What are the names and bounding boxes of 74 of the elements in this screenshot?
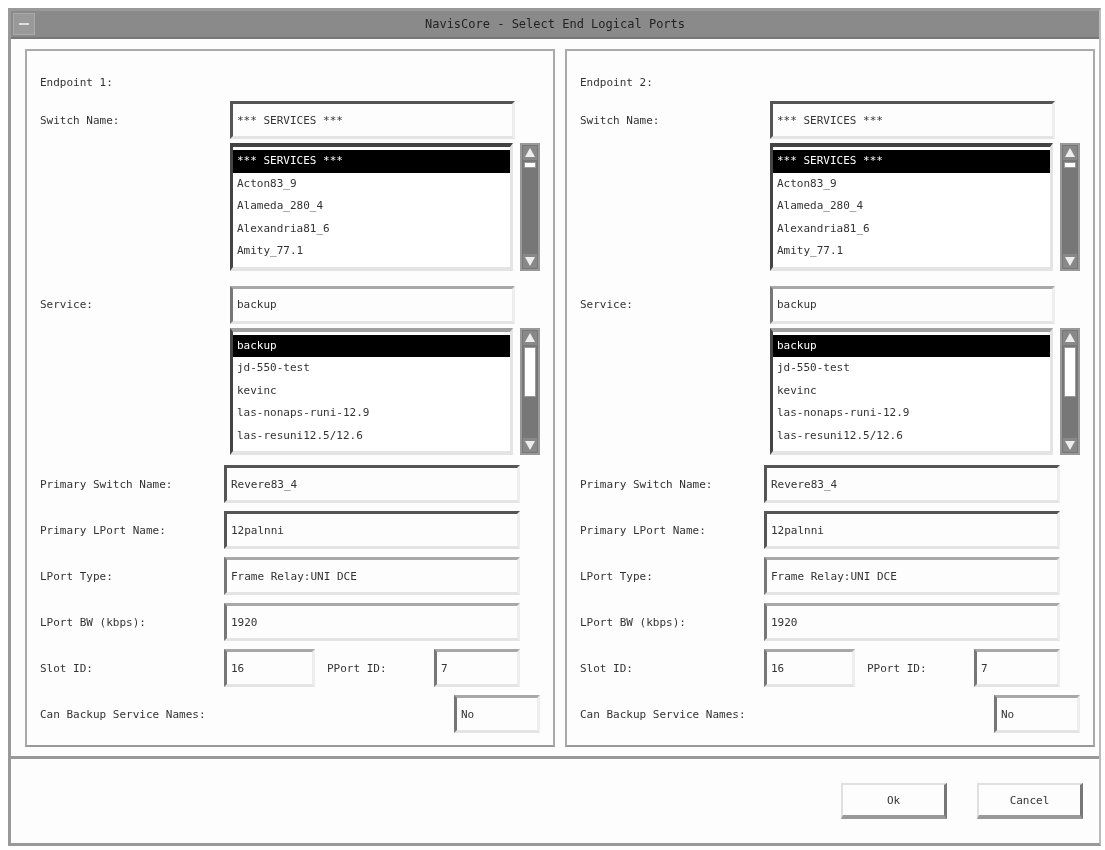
input-field[interactable]: backup [770,285,1055,324]
window-menu-button[interactable] [13,13,35,35]
input-field[interactable]: *** SERVICES *** [230,101,515,139]
field-label: Can Backup Service Names: [580,707,747,721]
selection-list[interactable]: backup jd-550-test kevinc las-nonaps-runi-12.9 las-resuni12.5/12.6 [770,327,1053,455]
selection-list[interactable]: *** SERVICES *** Acton83_9 Alameda_280_4 Alexandria81_6 Amity_77.1 [230,143,513,271]
list-item[interactable]: las-resuni12.5/12.6 [773,424,1050,447]
list-item[interactable]: Acton83_9 [233,172,510,195]
field-label: Primary Switch Name: [40,477,174,491]
selection-list[interactable]: backup jd-550-test kevinc las-nonaps-runi-12.9 las-resuni12.5/12.6 [230,327,513,455]
dialog-button[interactable]: Cancel [977,783,1083,819]
input-field[interactable]: No [994,695,1080,733]
section-heading: Endpoint 1: [40,75,114,91]
field-label: Service: [40,298,94,311]
list-item[interactable]: Alexandria81_6 [233,217,510,240]
field-label: Switch Name: [40,113,121,127]
list-item[interactable]: jd-550-test [233,357,510,380]
input-field[interactable]: 12palnni [224,511,520,549]
field-label: LPort Type: [580,569,654,583]
list-item[interactable]: kevinc [233,379,510,402]
list-item[interactable]: Amity_77.1 [233,240,510,263]
field-label: LPort Type: [40,569,114,583]
input-field[interactable]: 16 [224,649,315,687]
scrollbar[interactable] [1060,143,1080,271]
field-label: Service: [580,298,634,311]
input-field[interactable]: backup [230,285,515,324]
input-field[interactable]: Frame Relay:UNI DCE [764,557,1060,595]
input-field[interactable]: 16 [764,649,855,687]
input-field[interactable]: 1920 [764,603,1060,641]
list-item[interactable]: Alameda_280_4 [233,195,510,218]
list-item[interactable]: Alameda_280_4 [773,195,1050,218]
input-field[interactable]: 7 [974,649,1060,687]
scrollbar[interactable] [520,143,540,271]
input-field[interactable]: Revere83_4 [764,465,1060,503]
list-item[interactable]: Acton83_9 [773,172,1050,195]
field-label: LPort BW (kbps): [580,615,687,629]
list-item[interactable]: backup [773,334,1050,357]
list-item[interactable]: kevinc [773,379,1050,402]
list-item[interactable]: Amity_77.1 [773,240,1050,263]
list-item[interactable]: las-nonaps-runi-12.9 [773,402,1050,425]
list-item[interactable]: *** SERVICES *** [233,150,510,173]
list-item[interactable]: backup [233,334,510,357]
field-label: Primary Switch Name: [580,477,714,491]
field-label: PPort ID: [326,661,388,675]
list-item[interactable]: jd-550-test [773,357,1050,380]
field-label: Can Backup Service Names: [40,707,207,721]
scrollbar[interactable] [520,327,540,455]
window-title: NavisCore - Select End Logical Ports [423,17,687,31]
field-label: Primary LPort Name: [40,523,167,537]
input-field[interactable]: 1920 [224,603,520,641]
field-label: Primary LPort Name: [580,523,707,537]
scrollbar-thumb[interactable] [1064,162,1076,168]
scrollbar-thumb[interactable] [524,346,536,397]
dialog-button[interactable]: Ok [841,783,947,819]
section-heading: Endpoint 2: [580,75,654,91]
field-label: LPort BW (kbps): [40,615,147,629]
scrollbar-thumb[interactable] [1064,346,1076,397]
field-label: Slot ID: [580,661,634,675]
list-item[interactable]: las-nonaps-runi-12.9 [233,402,510,425]
field-label: Slot ID: [40,661,94,675]
list-item[interactable]: Alexandria81_6 [773,217,1050,240]
input-field[interactable]: 12palnni [764,511,1060,549]
selection-list[interactable]: *** SERVICES *** Acton83_9 Alameda_280_4 Alexandria81_6 Amity_77.1 [770,143,1053,271]
input-field[interactable]: Revere83_4 [224,465,520,503]
field-label: PPort ID: [866,661,928,675]
scrollbar[interactable] [1060,327,1080,455]
input-field[interactable]: No [454,695,540,733]
input-field[interactable]: Frame Relay:UNI DCE [224,557,520,595]
list-item[interactable]: *** SERVICES *** [773,150,1050,173]
field-label: Switch Name: [580,113,661,127]
list-item[interactable]: las-resuni12.5/12.6 [233,424,510,447]
input-field[interactable]: 7 [434,649,520,687]
scrollbar-thumb[interactable] [524,162,536,168]
input-field[interactable]: *** SERVICES *** [770,101,1055,139]
